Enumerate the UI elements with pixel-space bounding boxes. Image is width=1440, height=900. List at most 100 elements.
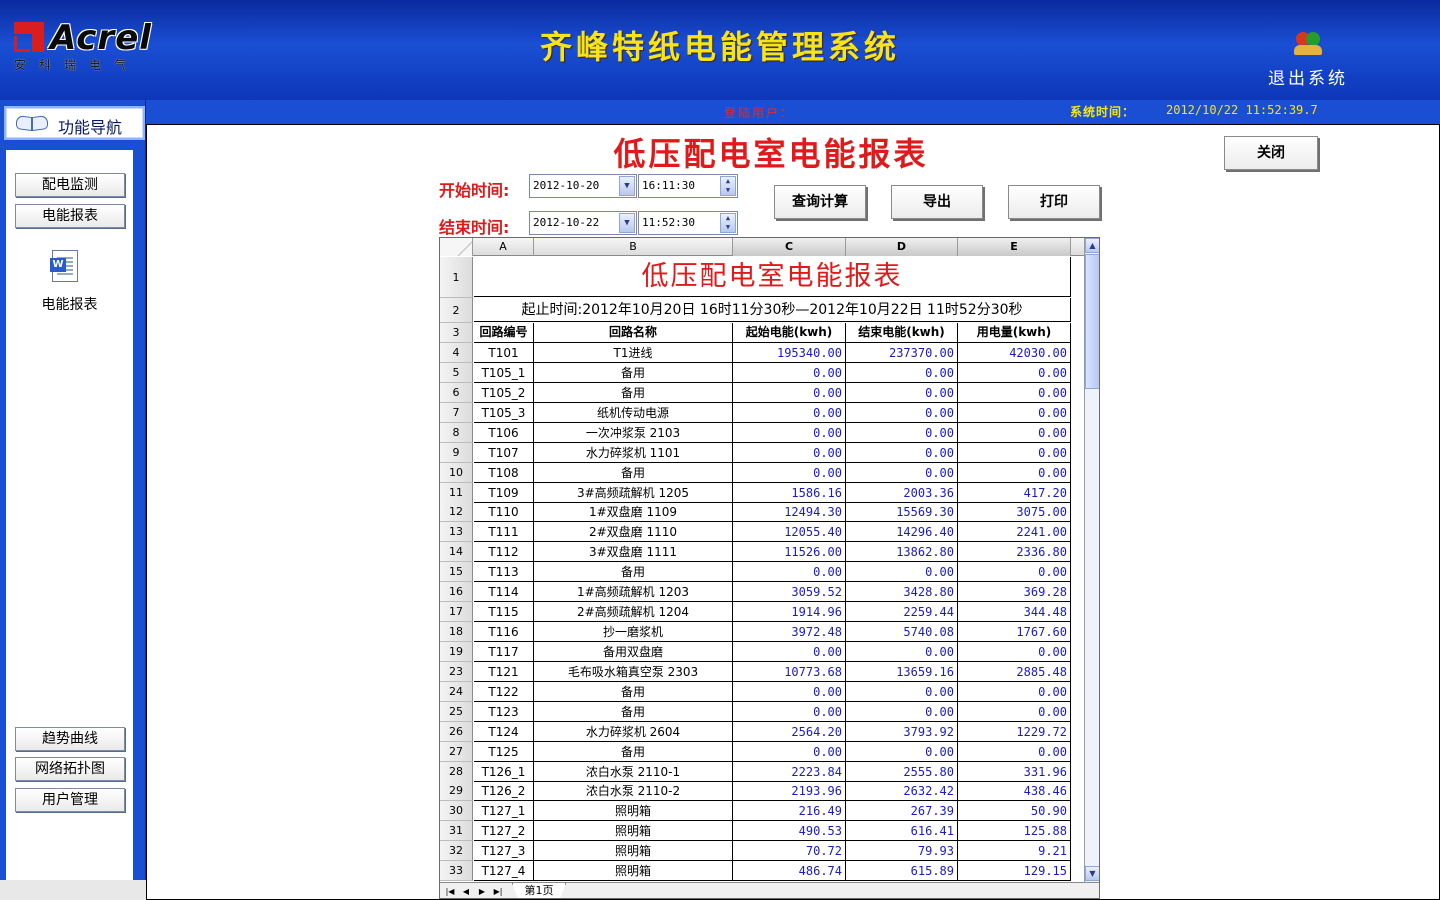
row-header[interactable]: 6 [440, 382, 473, 403]
column-header[interactable]: C [733, 238, 846, 256]
header-cell[interactable]: 回路编号 [474, 323, 534, 343]
circuit-name-cell[interactable]: 照明箱 [534, 841, 733, 862]
circuit-id-cell[interactable]: T111 [474, 522, 534, 543]
circuit-name-cell[interactable]: 3#双盘磨 1111 [534, 542, 733, 563]
energy-report-icon-label[interactable]: 电能报表 [6, 294, 133, 314]
energy-used-cell[interactable]: 0.00 [958, 562, 1071, 583]
circuit-name-cell[interactable]: 备用 [534, 562, 733, 583]
energy-used-cell[interactable]: 0.00 [958, 462, 1071, 483]
start-energy-cell[interactable]: 0.00 [733, 402, 846, 423]
circuit-id-cell[interactable]: T105_2 [474, 382, 534, 403]
circuit-name-cell[interactable]: 照明箱 [534, 821, 733, 842]
circuit-name-cell[interactable]: 照明箱 [534, 801, 733, 822]
row-header[interactable]: 8 [440, 422, 473, 443]
column-header[interactable]: A [473, 238, 534, 256]
circuit-id-cell[interactable]: T101 [474, 343, 534, 363]
circuit-name-cell[interactable]: 1#高频疏解机 1203 [534, 582, 733, 603]
row-header[interactable]: 31 [440, 821, 473, 842]
start-energy-cell[interactable]: 0.00 [733, 641, 846, 662]
start-energy-cell[interactable]: 0.00 [733, 442, 846, 463]
prev-sheet-icon[interactable]: ◀ [460, 885, 472, 898]
start-energy-cell[interactable]: 0.00 [733, 701, 846, 722]
circuit-name-cell[interactable]: 备用 [534, 681, 733, 702]
query-calculate-button[interactable]: 查询计算 [774, 185, 866, 219]
circuit-id-cell[interactable]: T122 [474, 681, 534, 702]
spinner-arrows-icon[interactable]: ▲ ▼ [720, 176, 736, 196]
end-energy-cell[interactable]: 0.00 [846, 402, 958, 423]
row-header[interactable]: 13 [440, 522, 473, 543]
circuit-id-cell[interactable]: T125 [474, 741, 534, 762]
row-header[interactable]: 11 [440, 482, 473, 503]
sidebar-item-energy-report[interactable]: 电能报表 [15, 204, 125, 228]
sidebar-item-user-management[interactable]: 用户管理 [15, 788, 125, 812]
row-header[interactable]: 10 [440, 462, 473, 483]
start-energy-cell[interactable]: 0.00 [733, 422, 846, 443]
energy-used-cell[interactable]: 0.00 [958, 402, 1071, 423]
column-header[interactable]: E [958, 238, 1071, 256]
circuit-name-cell[interactable]: 备用 [534, 462, 733, 483]
end-date-picker[interactable]: 2012-10-22 ▼ [529, 211, 637, 235]
sidebar-item-network-topology[interactable]: 网络拓扑图 [15, 757, 125, 781]
start-energy-cell[interactable]: 0.00 [733, 382, 846, 403]
exit-system-button[interactable]: 退出系统 [1262, 32, 1354, 92]
start-energy-cell[interactable]: 490.53 [733, 821, 846, 842]
end-energy-cell[interactable]: 0.00 [846, 701, 958, 722]
end-energy-cell[interactable]: 2555.80 [846, 761, 958, 782]
row-header[interactable]: 12 [440, 502, 473, 523]
row-header[interactable]: 19 [440, 641, 473, 662]
circuit-id-cell[interactable]: T110 [474, 502, 534, 523]
circuit-id-cell[interactable]: T121 [474, 661, 534, 682]
circuit-name-cell[interactable]: 备用 [534, 701, 733, 722]
start-energy-cell[interactable]: 3059.52 [733, 582, 846, 603]
close-button[interactable]: 关闭 [1224, 136, 1318, 170]
circuit-id-cell[interactable]: T108 [474, 462, 534, 483]
energy-used-cell[interactable]: 0.00 [958, 362, 1071, 383]
energy-used-cell[interactable]: 331.96 [958, 761, 1071, 782]
circuit-id-cell[interactable]: T113 [474, 562, 534, 583]
circuit-name-cell[interactable]: 1#双盘磨 1109 [534, 502, 733, 523]
circuit-id-cell[interactable]: T114 [474, 582, 534, 603]
start-energy-cell[interactable]: 216.49 [733, 801, 846, 822]
spinner-arrows-icon[interactable]: ▲ ▼ [720, 213, 736, 233]
end-energy-cell[interactable]: 79.93 [846, 841, 958, 862]
circuit-id-cell[interactable]: T126_2 [474, 781, 534, 802]
energy-used-cell[interactable]: 438.46 [958, 781, 1071, 802]
start-energy-cell[interactable]: 1914.96 [733, 602, 846, 623]
end-energy-cell[interactable]: 616.41 [846, 821, 958, 842]
circuit-id-cell[interactable]: T107 [474, 442, 534, 463]
circuit-id-cell[interactable]: T117 [474, 641, 534, 662]
sidebar-item-trend-curve[interactable]: 趋势曲线 [15, 727, 125, 751]
end-energy-cell[interactable]: 5740.08 [846, 622, 958, 643]
circuit-id-cell[interactable]: T115 [474, 602, 534, 623]
energy-used-cell[interactable]: 42030.00 [958, 343, 1071, 363]
energy-used-cell[interactable]: 344.48 [958, 602, 1071, 623]
circuit-name-cell[interactable]: 水力碎浆机 1101 [534, 442, 733, 463]
energy-used-cell[interactable]: 0.00 [958, 442, 1071, 463]
start-energy-cell[interactable]: 195340.00 [733, 343, 846, 363]
row-header[interactable]: 18 [440, 622, 473, 643]
start-energy-cell[interactable]: 2193.96 [733, 781, 846, 802]
end-energy-cell[interactable]: 0.00 [846, 741, 958, 762]
circuit-name-cell[interactable]: 3#高频疏解机 1205 [534, 482, 733, 503]
start-energy-cell[interactable]: 3972.48 [733, 622, 846, 643]
end-energy-cell[interactable]: 267.39 [846, 801, 958, 822]
circuit-id-cell[interactable]: T105_3 [474, 402, 534, 423]
circuit-name-cell[interactable]: 备用 [534, 382, 733, 403]
start-energy-cell[interactable]: 0.00 [733, 362, 846, 383]
start-energy-cell[interactable]: 0.00 [733, 462, 846, 483]
circuit-name-cell[interactable]: 2#高频疏解机 1204 [534, 602, 733, 623]
circuit-name-cell[interactable]: 照明箱 [534, 861, 733, 882]
circuit-id-cell[interactable]: T127_1 [474, 801, 534, 822]
row-header[interactable]: 26 [440, 721, 473, 742]
row-header[interactable]: 7 [440, 402, 473, 423]
circuit-id-cell[interactable]: T105_1 [474, 362, 534, 383]
row-header[interactable]: 2 [440, 298, 473, 323]
row-header[interactable]: 25 [440, 701, 473, 722]
chevron-down-icon[interactable]: ▼ [619, 176, 635, 196]
circuit-name-cell[interactable]: 一次冲浆泵 2103 [534, 422, 733, 443]
vertical-scrollbar[interactable]: ▲ ▼ [1084, 238, 1099, 882]
header-cell[interactable]: 起始电能(kwh) [733, 323, 846, 343]
end-energy-cell[interactable]: 0.00 [846, 442, 958, 463]
circuit-id-cell[interactable]: T127_3 [474, 841, 534, 862]
energy-used-cell[interactable]: 2336.80 [958, 542, 1071, 563]
